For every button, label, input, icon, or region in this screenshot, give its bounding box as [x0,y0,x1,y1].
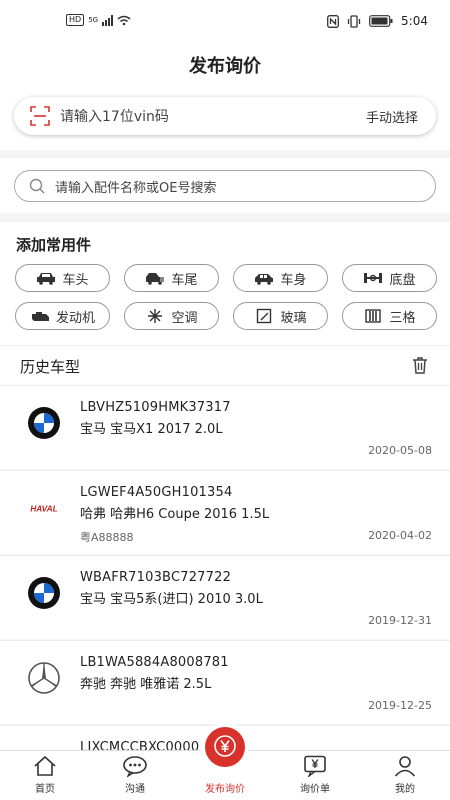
part-chip-grille[interactable]: 三格 [342,302,437,330]
haval-logo-text: HAVAL [30,503,57,513]
nfc-icon [327,14,339,28]
part-chip-label: 空调 [171,310,198,326]
tab-label: 沟通 [125,784,145,795]
vin-text: LBVHZ5109HMK37317 [80,400,231,415]
car-body-icon [254,271,274,285]
history-row[interactable]: WBAFR7103BC727722 宝马 宝马5系(进口) 2010 3.0L … [0,555,450,639]
part-chip-rear[interactable]: 车尾 [124,264,219,292]
clock: 5:04 [401,14,428,28]
date-text: 2020-05-08 [368,444,432,457]
car-rear-icon [145,271,165,285]
search-section: 请输入配件名称或OE号搜索 [0,158,450,213]
search-input[interactable]: 请输入配件名称或OE号搜索 [14,170,436,202]
date-text: 2019-12-31 [368,614,432,627]
tab-inquiry-list[interactable]: 询价单 [270,751,360,800]
bmw-logo [24,576,64,610]
part-chip-label: 车身 [280,272,307,288]
date-text: 2019-12-25 [368,699,432,712]
bottom-tab-bar: 首页 沟通 发布询价 询价单 我的 [0,727,450,800]
part-chip-front[interactable]: 车头 [15,264,110,292]
history-header: 历史车型 [0,345,450,385]
part-chip-glass[interactable]: 玻璃 [233,302,328,330]
signal-icon [102,14,114,26]
status-bar: HD 5G 5:04 [0,0,450,40]
vin-text: LB1WA5884A8008781 [80,655,229,670]
model-text: 哈弗 哈弗H6 Coupe 2016 1.5L [80,507,270,522]
history-row[interactable]: LBVHZ5109HMK37317 宝马 宝马X1 2017 2.0L 2020… [0,385,450,469]
date-text: 2020-04-02 [368,529,432,542]
history-title: 历史车型 [20,358,81,376]
tab-label: 首页 [35,784,55,795]
vin-text: LGWEF4A50GH101354 [80,485,233,500]
haval-logo: HAVAL [24,491,64,525]
profile-icon [394,756,416,777]
part-chip-body[interactable]: 车身 [233,264,328,292]
tab-publish-inquiry[interactable]: 发布询价 [180,727,270,800]
tab-profile[interactable]: 我的 [360,751,450,800]
page-title: 发布询价 [0,40,450,90]
yen-circle-icon[interactable] [205,727,245,767]
model-text: 宝马 宝马X1 2017 2.0L [80,422,223,437]
tab-label: 询价单 [300,784,330,795]
part-chip-engine[interactable]: 发动机 [15,302,110,330]
history-row[interactable]: LB1WA5884A8008781 奔驰 奔驰 唯雅诺 2.5L 2019-12… [0,640,450,724]
scan-icon[interactable] [30,106,50,126]
common-parts-title: 添加常用件 [16,236,92,254]
tab-chat[interactable]: 沟通 [90,751,180,800]
common-parts-section: 添加常用件 车头 车尾 车身 底盘 发动机 空调 玻璃 三格 [0,222,450,345]
trash-icon[interactable] [410,355,430,375]
vibrate-icon [347,14,361,28]
engine-icon [30,309,50,323]
part-chip-label: 车尾 [171,272,198,288]
grille-icon [363,309,383,323]
history-row[interactable]: HAVAL LGWEF4A50GH101354 哈弗 哈弗H6 Coupe 20… [0,470,450,554]
hd-indicator: HD [66,14,85,26]
part-chip-label: 底盘 [389,272,416,288]
model-text: 奔驰 奔驰 唯雅诺 2.5L [80,677,212,692]
glass-icon [254,308,274,324]
history-list: LBVHZ5109HMK37317 宝马 宝马X1 2017 2.0L 2020… [0,385,450,750]
vin-text: WBAFR7103BC727722 [80,570,232,585]
snowflake-icon [145,309,165,323]
battery-icon [369,15,393,27]
tab-home[interactable]: 首页 [0,751,90,800]
car-front-icon [36,271,56,285]
vin-text: LJXCMCCBXC0000 [80,740,200,750]
wifi-icon [117,15,131,25]
chat-icon [123,756,147,777]
part-chip-label: 三格 [389,310,416,326]
part-chip-label: 发动机 [55,310,95,326]
search-icon [29,178,45,194]
bmw-logo [24,406,64,440]
search-placeholder: 请输入配件名称或OE号搜索 [55,180,217,196]
part-chip-label: 车头 [62,272,89,288]
part-chip-ac[interactable]: 空调 [124,302,219,330]
part-chip-chassis[interactable]: 底盘 [342,264,437,292]
vin-section: 请输入17位vin码 手动选择 [0,90,450,150]
home-icon [34,755,56,776]
chassis-icon [363,271,383,285]
model-text: 宝马 宝马5系(进口) 2010 3.0L [80,592,263,607]
part-chip-label: 玻璃 [280,310,307,326]
manual-select-button[interactable]: 手动选择 [366,107,418,126]
plate-text: 粤A88888 [80,531,134,544]
benz-logo [24,661,64,695]
tab-label: 我的 [395,784,415,795]
network-type: 5G [88,16,99,24]
vin-input[interactable]: 请输入17位vin码 手动选择 [14,97,436,135]
inquiry-list-icon [304,755,326,777]
tab-label: 发布询价 [205,784,245,795]
vin-placeholder: 请输入17位vin码 [60,109,169,125]
